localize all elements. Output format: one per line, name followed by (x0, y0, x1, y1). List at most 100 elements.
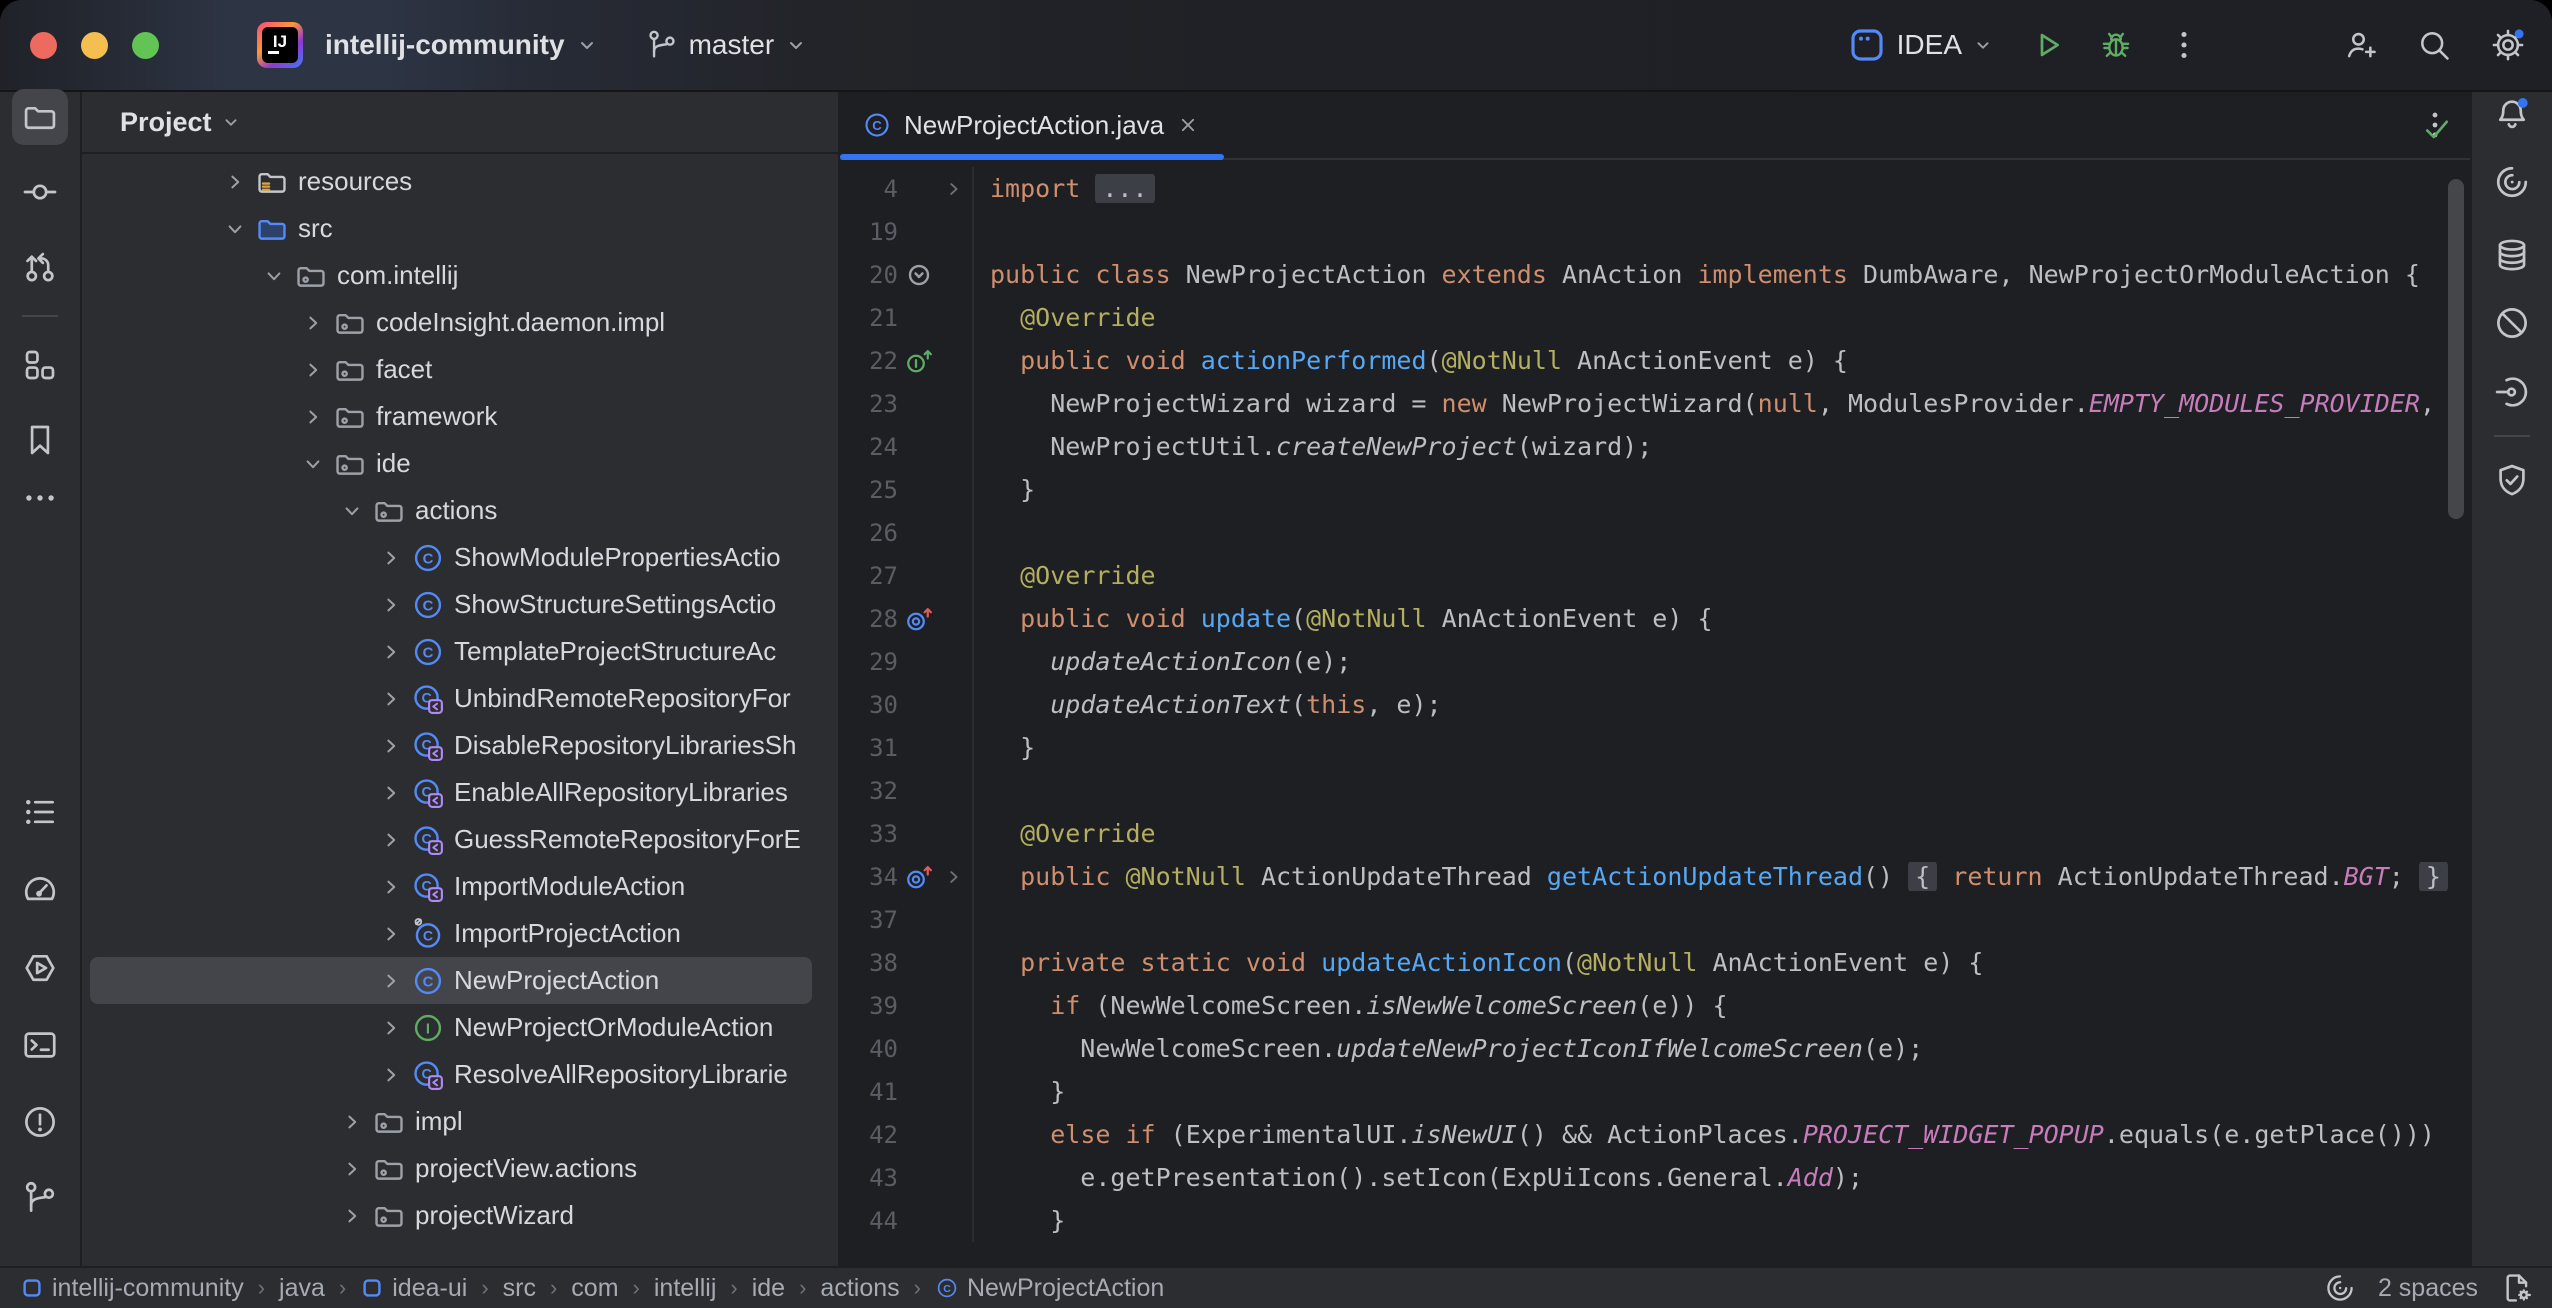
ai-swirl-icon[interactable] (2324, 1272, 2356, 1304)
close-window-button[interactable] (30, 32, 57, 59)
minimize-window-button[interactable] (81, 32, 108, 59)
file-settings-icon[interactable] (2500, 1271, 2534, 1305)
inspections-ok-icon[interactable] (2422, 114, 2452, 149)
pull-requests-icon[interactable] (12, 239, 68, 295)
indent-setting[interactable]: 2 spaces (2378, 1274, 2478, 1303)
project-icon[interactable] (12, 89, 68, 145)
breadcrumb-item-intellij-community[interactable]: intellij-community (20, 1274, 244, 1303)
problems-icon[interactable] (12, 1094, 68, 1150)
tree-item-codeInsight.daemon.impl[interactable]: codeInsight.daemon.impl (90, 299, 812, 346)
run-configuration-widget[interactable]: IDEA (1847, 25, 1994, 65)
bookmarks-icon[interactable] (12, 412, 68, 468)
breadcrumb-item-java[interactable]: java (279, 1274, 325, 1303)
chevron-collapsed-icon[interactable] (374, 1016, 408, 1040)
commit-icon[interactable] (12, 164, 68, 220)
tree-item-ShowStructureSettingsActio[interactable]: CShowStructureSettingsActio (90, 581, 812, 628)
code-with-me-button[interactable] (2332, 17, 2388, 73)
settings-button[interactable] (2480, 17, 2536, 73)
chevron-collapsed-icon[interactable] (374, 734, 408, 758)
breadcrumb-item-src[interactable]: src (503, 1274, 536, 1303)
breadcrumb-item-intellij[interactable]: intellij (654, 1274, 717, 1303)
debug-button-button[interactable] (2088, 17, 2144, 73)
tree-item-TemplateProjectStructureAc[interactable]: CTemplateProjectStructureAc (90, 628, 812, 675)
chevron-collapsed-icon[interactable] (335, 1110, 369, 1134)
zoom-window-button[interactable] (132, 32, 159, 59)
chevron-expanded-icon[interactable] (218, 217, 252, 241)
more-tool-windows-icon[interactable] (12, 470, 68, 526)
search-everywhere-button[interactable] (2406, 17, 2462, 73)
tree-item-ide[interactable]: ide (90, 440, 812, 487)
chevron-collapsed-icon[interactable] (374, 781, 408, 805)
chevron-collapsed-icon[interactable] (374, 593, 408, 617)
breadcrumb-item-ide[interactable]: ide (752, 1274, 785, 1303)
tree-item-NewProjectAction[interactable]: CNewProjectAction (90, 957, 812, 1004)
override-marker-icon[interactable] (898, 862, 940, 892)
profiler-icon[interactable] (12, 862, 68, 918)
tree-item-ShowModulePropertiesActio[interactable]: CShowModulePropertiesActio (90, 534, 812, 581)
tree-item-projectWizard[interactable]: projectWizard (90, 1192, 812, 1239)
tree-item-com.intellij[interactable]: com.intellij (90, 252, 812, 299)
services-icon[interactable] (12, 940, 68, 996)
tree-item-GuessRemoteRepositoryForE[interactable]: CGuessRemoteRepositoryForE (90, 816, 812, 863)
run-button-button[interactable] (2020, 17, 2076, 73)
chevron-collapsed-icon[interactable] (335, 1204, 369, 1228)
chevron-collapsed-icon[interactable] (296, 311, 330, 335)
tree-item-projectView.actions[interactable]: projectView.actions (90, 1145, 812, 1192)
tree-item-EnableAllRepositoryLibraries[interactable]: CEnableAllRepositoryLibraries (90, 769, 812, 816)
tree-item-facet[interactable]: facet (90, 346, 812, 393)
breadcrumb-item-com[interactable]: com (571, 1274, 618, 1303)
implemented-marker-icon[interactable] (898, 260, 940, 290)
chevron-collapsed-icon[interactable] (374, 969, 408, 993)
tree-item-ImportModuleAction[interactable]: CImportModuleAction (90, 863, 812, 910)
tree-item-resources[interactable]: resources (90, 158, 812, 205)
tree-item-ImportProjectAction[interactable]: CImportProjectAction (90, 910, 812, 957)
tree-item-framework[interactable]: framework (90, 393, 812, 440)
chevron-collapsed-icon[interactable] (335, 1157, 369, 1181)
breadcrumb-item-actions[interactable]: actions (820, 1274, 899, 1303)
chevron-collapsed-icon[interactable] (374, 1063, 408, 1087)
chevron-collapsed-icon[interactable] (218, 170, 252, 194)
chevron-collapsed-icon[interactable] (374, 687, 408, 711)
chevron-collapsed-icon[interactable] (296, 358, 330, 382)
ai-assistant-icon[interactable] (2484, 154, 2540, 210)
chevron-expanded-icon[interactable] (335, 499, 369, 523)
editor-scrollbar[interactable] (2448, 179, 2464, 519)
tree-item-ResolveAllRepositoryLibrarie[interactable]: CResolveAllRepositoryLibrarie (90, 1051, 812, 1098)
branch-widget[interactable]: master (645, 28, 809, 62)
project-panel-header[interactable]: Project (82, 92, 838, 154)
fold-chevron-icon[interactable] (940, 178, 968, 200)
override-marker-icon[interactable] (898, 604, 940, 634)
tree-item-impl[interactable]: impl (90, 1098, 812, 1145)
code-editor[interactable]: 4import ...1920public class NewProjectAc… (840, 160, 2472, 1268)
fold-chevron-icon[interactable] (940, 866, 968, 888)
project-widget[interactable]: intellij-community (325, 29, 599, 61)
chevron-collapsed-icon[interactable] (374, 922, 408, 946)
editor-tab[interactable]: C NewProjectAction.java (840, 92, 1224, 158)
tree-item-actions[interactable]: actions (90, 487, 812, 534)
chevron-collapsed-icon[interactable] (374, 875, 408, 899)
chevron-collapsed-icon[interactable] (374, 640, 408, 664)
security-shield-icon[interactable] (2484, 452, 2540, 508)
breadcrumb-item-idea-ui[interactable]: idea-ui (360, 1274, 467, 1303)
terminal-icon[interactable] (12, 1017, 68, 1073)
chevron-collapsed-icon[interactable] (374, 546, 408, 570)
tree-item-UnbindRemoteRepositoryFor[interactable]: CUnbindRemoteRepositoryFor (90, 675, 812, 722)
chevron-expanded-icon[interactable] (296, 452, 330, 476)
chevron-expanded-icon[interactable] (257, 264, 291, 288)
chevron-collapsed-icon[interactable] (296, 405, 330, 429)
structure-icon[interactable] (12, 337, 68, 393)
todo-icon[interactable] (12, 784, 68, 840)
breadcrumb-item-NewProjectAction[interactable]: CNewProjectAction (935, 1274, 1164, 1303)
database-icon[interactable] (2484, 227, 2540, 283)
notifications-icon[interactable] (2484, 87, 2540, 143)
coverage-icon[interactable] (2484, 364, 2540, 420)
tree-item-NewProjectOrModuleAction[interactable]: INewProjectOrModuleAction (90, 1004, 812, 1051)
tree-item-DisableRepositoryLibrariesSh[interactable]: CDisableRepositoryLibrariesSh (90, 722, 812, 769)
tree-item-src[interactable]: src (90, 205, 812, 252)
chevron-collapsed-icon[interactable] (374, 828, 408, 852)
project-tree[interactable]: resourcessrccom.intellijcodeInsight.daem… (82, 158, 838, 1268)
close-icon[interactable] (1176, 113, 1200, 137)
no-entry-icon[interactable] (2484, 295, 2540, 351)
override-marker-icon[interactable] (898, 346, 940, 376)
more-actions-button[interactable] (2156, 17, 2212, 73)
